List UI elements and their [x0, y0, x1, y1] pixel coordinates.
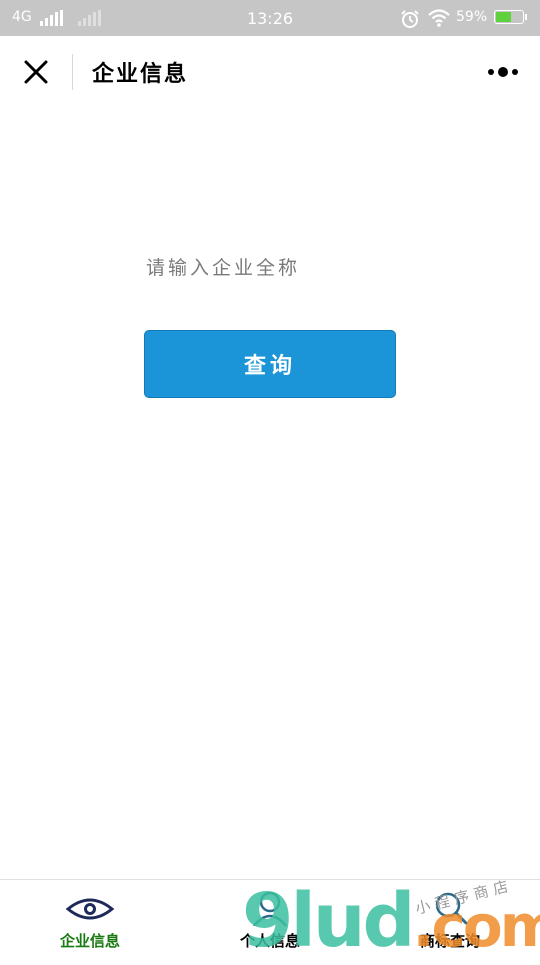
- nav-bar: 企业信息: [0, 36, 540, 108]
- tab-bar: 企业信息 个人信息 商标查询: [0, 879, 540, 960]
- wifi-icon: [428, 9, 450, 27]
- person-icon: [253, 892, 287, 926]
- search-icon: [435, 892, 468, 925]
- tab-trademark-query[interactable]: 商标查询: [360, 880, 540, 960]
- status-bar: 4G 13:26 59%: [0, 0, 540, 36]
- battery-fill: [496, 12, 511, 22]
- query-button[interactable]: 查询: [144, 330, 396, 398]
- nav-divider: [72, 54, 73, 90]
- more-icon[interactable]: [486, 62, 522, 82]
- tab-label-trademark-query: 商标查询: [419, 932, 480, 950]
- company-name-input[interactable]: [144, 248, 398, 288]
- battery-icon: [494, 10, 527, 24]
- battery-percent: 59%: [456, 9, 488, 25]
- tab-label-personal-info: 个人信息: [239, 932, 300, 950]
- tab-personal-info[interactable]: 个人信息: [180, 880, 360, 960]
- eye-icon: [65, 898, 115, 920]
- page-title: 企业信息: [92, 61, 189, 87]
- alarm-icon: [401, 10, 419, 28]
- tab-label-company-info: 企业信息: [59, 932, 120, 950]
- tab-company-info[interactable]: 企业信息: [0, 880, 180, 960]
- close-icon[interactable]: [20, 56, 52, 88]
